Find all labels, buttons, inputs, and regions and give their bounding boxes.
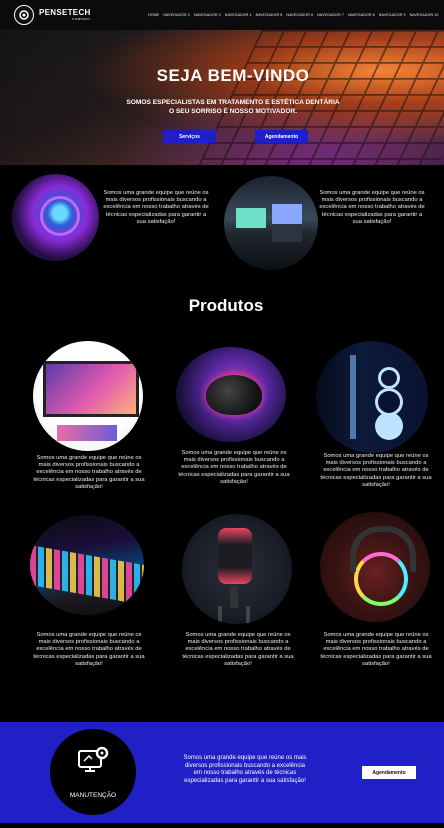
- hero-subtitle: SOMOS ESPECIALISTAS EM TRATAMENTO E ESTÉ…: [0, 98, 444, 116]
- product-description-6: Somos uma grande equipe que reúne os mai…: [320, 632, 432, 667]
- top-navigation-bar: PENSETECH COMPANY HOME NAVEGADOR 2 NAVEG…: [0, 0, 444, 30]
- main-nav: HOME NAVEGADOR 2 NAVEGADOR 3 NAVEGADOR 4…: [148, 13, 438, 17]
- logo[interactable]: PENSETECH COMPANY: [14, 5, 91, 25]
- nav-item-7[interactable]: NAVEGADOR 7: [317, 13, 344, 17]
- hero-subtitle-line-2: O SEU SORRISO É NOSSO MOTIVADOR.: [168, 108, 298, 115]
- nav-item-4[interactable]: NAVEGADOR 4: [225, 13, 252, 17]
- hero-banner: SEJA BEM-VINDO SOMOS ESPECIALISTAS EM TR…: [0, 30, 444, 165]
- maintenance-label: MANUTENÇÃO: [69, 792, 117, 799]
- hero-subtitle-line-1: SOMOS ESPECIALISTAS EM TRATAMENTO E ESTÉ…: [126, 99, 340, 106]
- nav-item-2[interactable]: NAVEGADOR 2: [163, 13, 190, 17]
- gaming-setup-image: [224, 176, 318, 270]
- hero-title: SEJA BEM-VINDO: [156, 66, 310, 85]
- nav-item-home[interactable]: HOME: [148, 13, 159, 17]
- nav-item-9[interactable]: NAVEGADOR 9: [379, 13, 406, 17]
- services-button[interactable]: Serviços: [163, 130, 216, 143]
- product-description-1: Somos uma grande equipe que reúne os mai…: [33, 455, 145, 490]
- product-description-3: Somos uma grande equipe que reúne os mai…: [320, 453, 432, 488]
- product-image-monitor[interactable]: [33, 341, 143, 451]
- products-title: Produtos: [188, 296, 264, 315]
- intro-text-2: Somos uma grande equipe que reúne os mai…: [319, 190, 425, 225]
- product-image-headset[interactable]: [320, 512, 430, 622]
- logo-name: PENSETECH: [39, 8, 91, 17]
- product-description-5: Somos uma grande equipe que reúne os mai…: [182, 632, 294, 667]
- logo-subtitle: COMPANY: [72, 17, 91, 21]
- product-image-gaming-chair[interactable]: [182, 514, 292, 624]
- nav-item-10[interactable]: NAVEGADOR 10: [410, 13, 439, 17]
- product-image-mouse[interactable]: [176, 347, 286, 442]
- maintenance-text: Somos uma grande equipe que reúne os mai…: [183, 755, 307, 784]
- nav-item-6[interactable]: NAVEGADOR 6: [286, 13, 313, 17]
- nav-item-3[interactable]: NAVEGADOR 3: [194, 13, 221, 17]
- product-image-pc-case[interactable]: [316, 341, 428, 453]
- product-description-2: Somos uma grande equipe que reúne os mai…: [178, 450, 290, 485]
- schedule-button-hero[interactable]: Agendamento: [255, 130, 308, 143]
- nav-item-8[interactable]: NAVEGADOR 8: [348, 13, 375, 17]
- logo-gear-icon: [14, 5, 34, 25]
- schedule-button-footer[interactable]: Agendamento: [362, 766, 416, 779]
- intro-text-1: Somos uma grande equipe que reúne os mai…: [103, 190, 209, 225]
- watercooling-image: [12, 174, 99, 261]
- product-description-4: Somos uma grande equipe que reúne os mai…: [33, 632, 145, 667]
- maintenance-icon: [77, 745, 111, 780]
- product-image-keyboard[interactable]: [30, 515, 144, 615]
- nav-item-5[interactable]: NAVEGADOR 5: [256, 13, 283, 17]
